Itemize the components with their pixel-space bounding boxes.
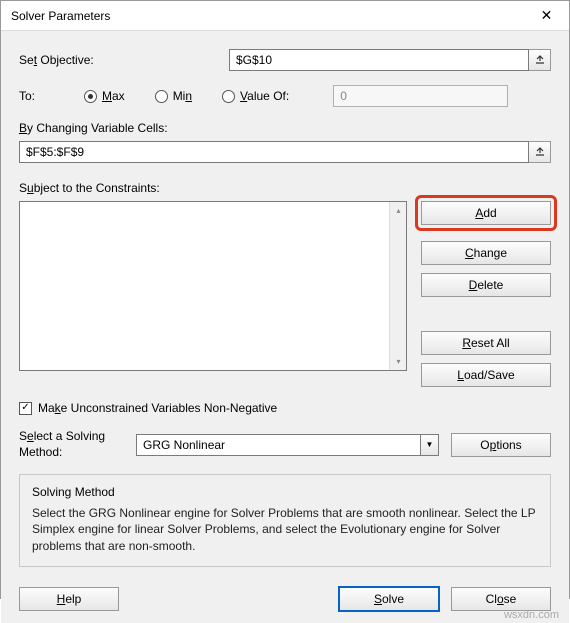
- set-objective-label: Set Objective:: [19, 53, 229, 67]
- select-method-label: Select a Solving Method:: [19, 429, 124, 460]
- scroll-down-icon[interactable]: ▾: [390, 353, 407, 370]
- constraints-label: Subject to the Constraints:: [19, 181, 551, 195]
- chevron-down-icon[interactable]: ▼: [421, 434, 439, 456]
- constraints-listbox[interactable]: ▴ ▾: [19, 201, 407, 371]
- solver-parameters-dialog: Solver Parameters ✕ Set Objective: To: M…: [0, 0, 570, 599]
- objective-input[interactable]: [229, 49, 529, 71]
- options-button[interactable]: Options: [451, 433, 551, 457]
- changing-cells-ref-icon[interactable]: [529, 141, 551, 163]
- dialog-content: Set Objective: To: Max Min Value Of: By …: [1, 31, 569, 623]
- valueof-radio[interactable]: Value Of:: [222, 89, 289, 103]
- solving-method-group: Solving Method Select the GRG Nonlinear …: [19, 474, 551, 567]
- unconstrained-checkbox[interactable]: ✓: [19, 402, 32, 415]
- close-icon[interactable]: ✕: [524, 1, 569, 31]
- change-button[interactable]: Change: [421, 241, 551, 265]
- objective-ref-icon[interactable]: [529, 49, 551, 71]
- load-save-button[interactable]: Load/Save: [421, 363, 551, 387]
- unconstrained-label: Make Unconstrained Variables Non-Negativ…: [38, 401, 277, 415]
- changing-cells-label: By Changing Variable Cells:: [19, 121, 551, 135]
- method-selected-value: GRG Nonlinear: [136, 434, 421, 456]
- titlebar: Solver Parameters ✕: [1, 1, 569, 31]
- reset-all-button[interactable]: Reset All: [421, 331, 551, 355]
- add-button-highlight: Add: [415, 195, 557, 231]
- delete-button[interactable]: Delete: [421, 273, 551, 297]
- valueof-input: [333, 85, 508, 107]
- scroll-up-icon[interactable]: ▴: [390, 202, 407, 219]
- to-label: To:: [19, 89, 54, 103]
- constraint-buttons: Add Change Delete Reset All Load/Save: [421, 201, 551, 387]
- max-radio[interactable]: Max: [84, 89, 125, 103]
- solving-method-title: Solving Method: [32, 485, 538, 499]
- solving-method-text: Select the GRG Nonlinear engine for Solv…: [32, 505, 538, 554]
- dialog-title: Solver Parameters: [11, 9, 110, 23]
- method-select[interactable]: GRG Nonlinear ▼: [136, 434, 439, 456]
- changing-cells-input[interactable]: [19, 141, 529, 163]
- scrollbar[interactable]: ▴ ▾: [389, 202, 406, 370]
- watermark: wsxdn.com: [504, 609, 559, 621]
- add-button[interactable]: Add: [421, 201, 551, 225]
- min-radio[interactable]: Min: [155, 89, 192, 103]
- footer: Help Solve Close: [19, 579, 551, 611]
